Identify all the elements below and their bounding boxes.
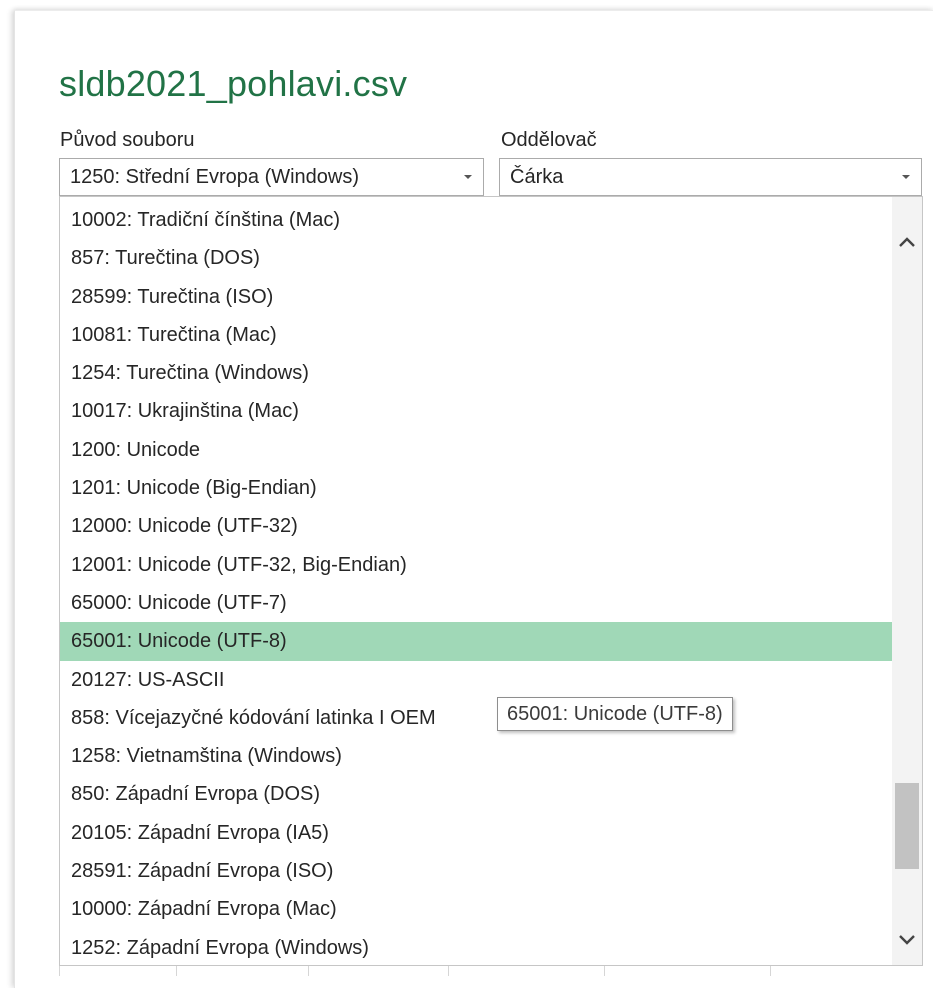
- encoding-option[interactable]: 858: Vícejazyčné kódování latinka I OEM: [60, 699, 892, 737]
- encoding-options: 10002: Tradiční čínština (Mac) 857: Tureč…: [60, 201, 892, 965]
- delimiter-select[interactable]: Čárka: [499, 158, 922, 196]
- encoding-option[interactable]: 65000: Unicode (UTF-7): [60, 584, 892, 622]
- caret-down-icon: [902, 175, 910, 179]
- encoding-option[interactable]: 10002: Tradiční čínština (Mac): [60, 201, 892, 239]
- encoding-option[interactable]: 1201: Unicode (Big-Endian): [60, 469, 892, 507]
- delimiter-label: Oddělovač: [501, 129, 597, 151]
- encoding-option[interactable]: 10017: Ukrajinština (Mac): [60, 392, 892, 430]
- encoding-option[interactable]: 20105: Západní Evropa (IA5): [60, 814, 892, 852]
- file-origin-select[interactable]: 1250: Střední Evropa (Windows): [59, 158, 484, 196]
- encoding-option[interactable]: 1200: Unicode: [60, 431, 892, 469]
- caret-down-icon: [464, 175, 472, 179]
- encoding-option[interactable]: 65001: Unicode (UTF-8): [60, 622, 892, 661]
- scrollbar-thumb[interactable]: [895, 783, 919, 869]
- file-origin-value: 1250: Střední Evropa (Windows): [70, 166, 360, 188]
- encoding-option[interactable]: 10081: Turečtina (Mac): [60, 316, 892, 354]
- encoding-option[interactable]: 28591: Západní Evropa (ISO): [60, 852, 892, 890]
- chevron-down-icon[interactable]: [892, 925, 922, 955]
- encoding-option[interactable]: 1258: Vietnamština (Windows): [60, 737, 892, 775]
- import-dialog: sldb2021_pohlavi.csv Původ souboru Odděl…: [14, 10, 933, 988]
- encoding-option[interactable]: 1254: Turečtina (Windows): [60, 354, 892, 392]
- file-origin-label: Původ souboru: [60, 129, 195, 151]
- data-preview-table: [59, 966, 924, 976]
- encoding-option[interactable]: 20127: US-ASCII: [60, 661, 892, 699]
- encoding-option[interactable]: 12000: Unicode (UTF-32): [60, 507, 892, 545]
- encoding-option[interactable]: 10000: Západní Evropa (Mac): [60, 890, 892, 928]
- encoding-option[interactable]: 857: Turečtina (DOS): [60, 239, 892, 277]
- dialog-title: sldb2021_pohlavi.csv: [59, 63, 408, 104]
- chevron-up-icon[interactable]: [892, 227, 922, 257]
- encoding-option[interactable]: 1252: Západní Evropa (Windows): [60, 929, 892, 965]
- encoding-option[interactable]: 12001: Unicode (UTF-32, Big-Endian): [60, 546, 892, 584]
- encoding-option[interactable]: 850: Západní Evropa (DOS): [60, 775, 892, 813]
- encoding-option[interactable]: 28599: Turečtina (ISO): [60, 278, 892, 316]
- delimiter-value: Čárka: [510, 166, 564, 188]
- encoding-tooltip: 65001: Unicode (UTF-8): [497, 697, 733, 731]
- encoding-dropdown-list[interactable]: 10002: Tradiční čínština (Mac) 857: Tureč…: [59, 196, 923, 966]
- vertical-scrollbar[interactable]: [892, 197, 922, 965]
